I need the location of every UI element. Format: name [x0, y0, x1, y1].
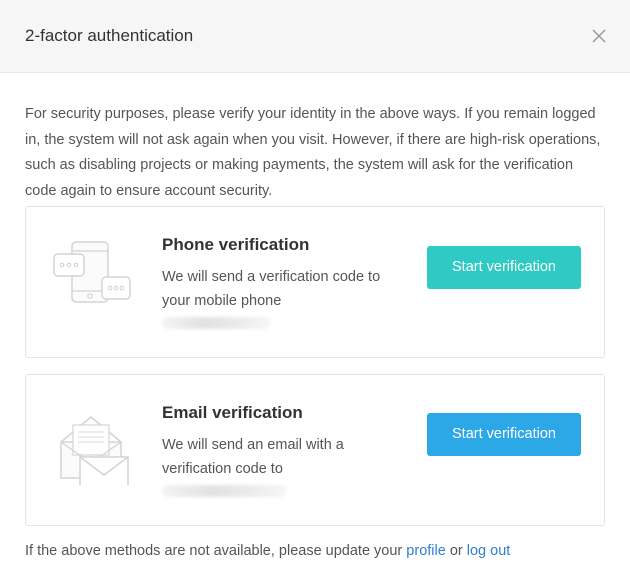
phone-chat-icon	[53, 241, 131, 303]
phone-start-verification-button[interactable]: Start verification	[427, 246, 581, 289]
email-verification-title: Email verification	[162, 403, 303, 422]
logout-link[interactable]: log out	[467, 543, 511, 559]
masked-phone-number	[162, 317, 270, 329]
phone-verification-text: We will send a verification code to your…	[162, 269, 381, 309]
footer-text: If the above methods are not available, …	[25, 543, 510, 559]
two-factor-dialog: 2-factor authentication For security pur…	[0, 0, 630, 586]
footer-or: or	[449, 543, 463, 559]
dialog-title: 2-factor authentication	[25, 26, 194, 45]
masked-email-address	[162, 485, 286, 497]
phone-verification-card: Phone verification We will send a verifi…	[25, 206, 605, 358]
footer-prefix: If the above methods are not available, …	[25, 543, 403, 559]
envelope-icon	[60, 416, 129, 485]
phone-verification-title: Phone verification	[162, 235, 310, 254]
dialog-header: 2-factor authentication	[0, 0, 630, 73]
email-verification-card: Email verification We will send an email…	[25, 374, 605, 526]
dialog-description: For security purposes, please verify you…	[25, 106, 601, 199]
profile-link[interactable]: profile	[406, 543, 446, 559]
email-start-verification-button[interactable]: Start verification	[427, 413, 581, 456]
email-verification-text: We will send an email with a verificatio…	[162, 437, 344, 477]
close-icon[interactable]	[590, 27, 608, 45]
